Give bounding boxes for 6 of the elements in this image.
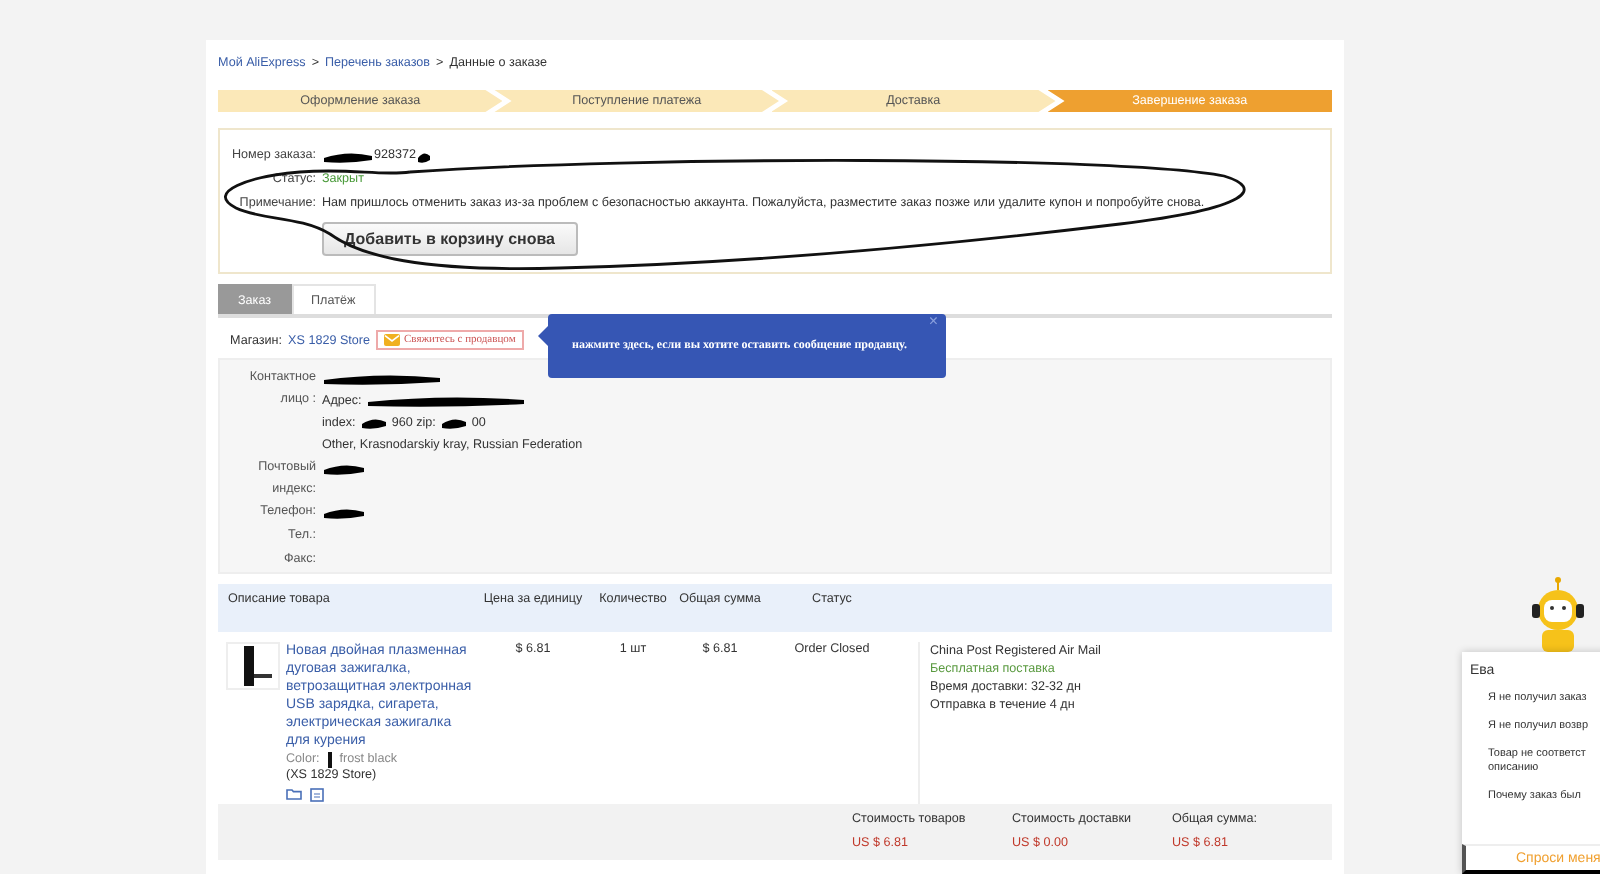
folder-icon[interactable] [286,788,302,800]
add-to-cart-button[interactable]: Добавить в корзину снова [322,222,578,256]
product-thumbnail [226,642,280,690]
document-icon[interactable] [310,788,324,802]
envelope-icon [384,334,401,346]
redaction-mark [416,149,433,163]
